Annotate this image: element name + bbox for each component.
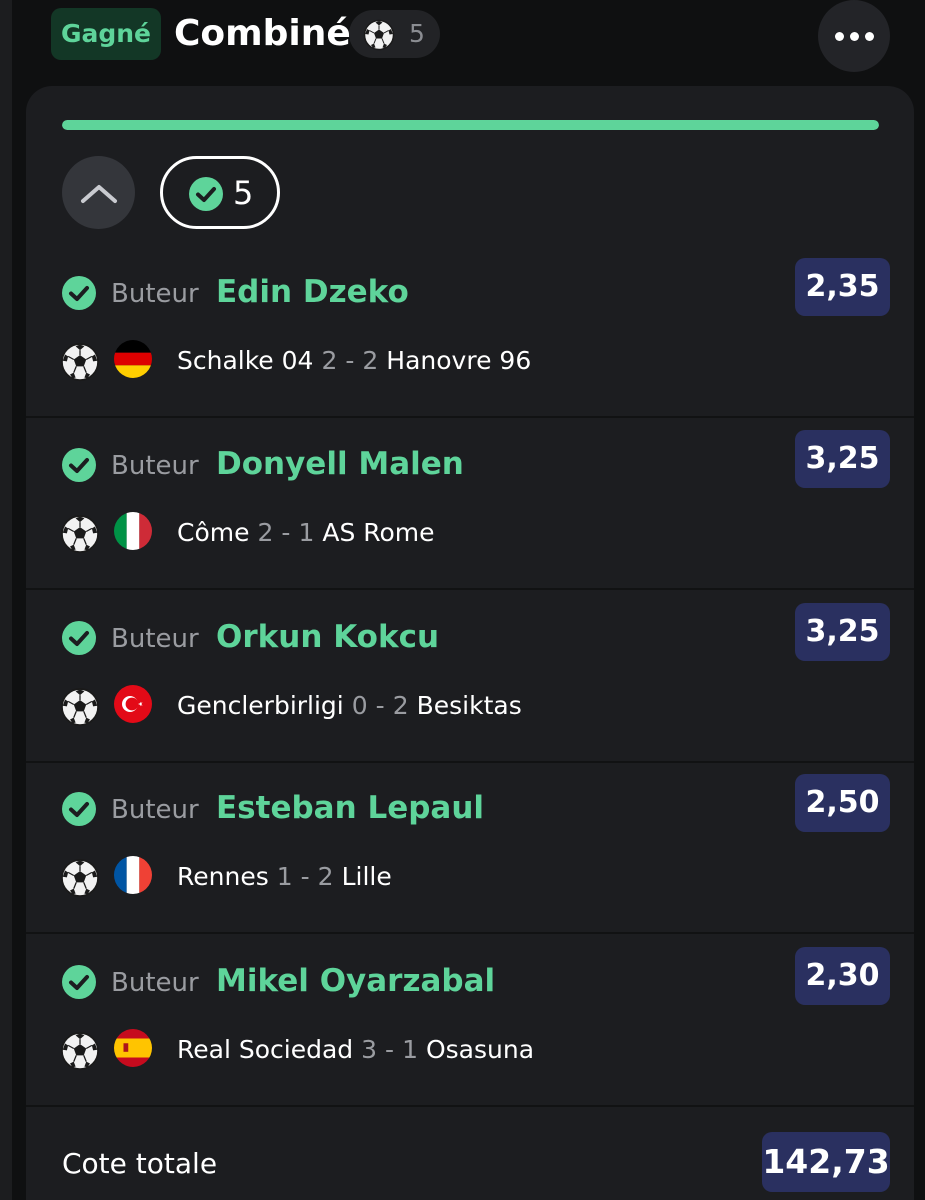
- progress-fill: [62, 120, 879, 130]
- selection-player: Donyell Malen: [216, 446, 464, 482]
- selection-player: Edin Dzeko: [216, 274, 409, 310]
- home-score: 2: [321, 346, 338, 375]
- away-score: 1: [402, 1035, 418, 1064]
- score-separator: -: [281, 518, 291, 547]
- home-score: 1: [276, 862, 293, 891]
- selection-count-pill: 5: [349, 10, 440, 58]
- score-separator: -: [375, 691, 385, 720]
- selection-odds: 2,30: [795, 947, 890, 1005]
- home-team: Côme: [177, 518, 250, 547]
- selection-match: Genclerbirligi 0-2 Besiktas: [177, 689, 522, 723]
- selection-match: Rennes 1-2 Lille: [177, 860, 392, 894]
- check-circle-icon: [62, 792, 96, 830]
- selection-row[interactable]: Buteur Donyell Malen 3,25 Côme 2-1 AS Rome: [26, 418, 914, 590]
- more-horizontal-icon: [834, 31, 844, 41]
- left-edge-panel: [0, 0, 12, 1200]
- away-team: Besiktas: [416, 691, 522, 720]
- selection-odds: 2,50: [795, 774, 890, 832]
- selection-market: Buteur: [111, 968, 199, 998]
- selection-odds: 3,25: [795, 430, 890, 488]
- home-score: 2: [257, 518, 274, 547]
- check-circle-icon: [62, 965, 96, 1003]
- away-team: Lille: [341, 862, 392, 891]
- soccer-ball-icon: [60, 342, 100, 386]
- selection-count: 5: [409, 19, 425, 48]
- france-flag-icon: [114, 856, 152, 894]
- home-team: Genclerbirligi: [177, 691, 344, 720]
- status-badge: Gagné: [51, 8, 161, 60]
- score-separator: -: [300, 862, 310, 891]
- italy-flag-icon: [114, 512, 152, 550]
- selection-market: Buteur: [111, 624, 199, 654]
- score-separator: -: [345, 346, 355, 375]
- away-score: 1: [298, 518, 315, 547]
- won-count: 5: [233, 174, 254, 212]
- home-team: Schalke 04: [177, 346, 314, 375]
- check-circle-icon: [62, 621, 96, 659]
- selection-row[interactable]: Buteur Mikel Oyarzabal 2,30 Real Socieda…: [26, 935, 914, 1107]
- bet-header: Gagné Combiné 5: [0, 0, 925, 80]
- selection-match: Côme 2-1 AS Rome: [177, 516, 435, 550]
- selection-row[interactable]: Buteur Esteban Lepaul 2,50 Rennes 1-2 Lill…: [26, 762, 914, 934]
- soccer-ball-icon: [60, 514, 100, 558]
- away-score: 2: [392, 691, 409, 720]
- away-score: 2: [317, 862, 334, 891]
- away-team: Osasuna: [425, 1035, 535, 1064]
- germany-flag-icon: [114, 340, 152, 378]
- home-team: Real Sociedad: [177, 1035, 354, 1064]
- away-team: AS Rome: [322, 518, 435, 547]
- home-score: 3: [361, 1035, 378, 1064]
- selection-odds: 3,25: [795, 603, 890, 661]
- soccer-ball-icon: [60, 1031, 100, 1075]
- selection-player: Esteban Lepaul: [216, 790, 485, 826]
- progress-bar: [62, 120, 879, 130]
- total-odds-row: Cote totale 142,73: [26, 1104, 914, 1200]
- turkey-flag-icon: [114, 685, 152, 723]
- selection-odds: 2,35: [795, 258, 890, 316]
- total-odds-value: 142,73: [762, 1132, 890, 1192]
- row-divider: [26, 588, 914, 590]
- soccer-ball-icon: [60, 687, 100, 731]
- row-divider: [26, 932, 914, 934]
- collapse-button[interactable]: [62, 156, 135, 229]
- selection-market: Buteur: [111, 795, 199, 825]
- total-odds-label: Cote totale: [62, 1147, 218, 1180]
- home-score: 0: [351, 691, 368, 720]
- home-team: Rennes: [177, 862, 269, 891]
- selection-market: Buteur: [111, 279, 199, 309]
- chevron-up-icon: [80, 184, 117, 203]
- soccer-ball-icon: [363, 19, 395, 55]
- more-dot: [864, 31, 874, 41]
- selection-row[interactable]: Buteur Orkun Kokcu 3,25 Genclerbirligi 0-…: [26, 591, 914, 763]
- selection-match: Real Sociedad 3-1 Osasuna: [177, 1033, 534, 1067]
- check-circle-icon: [62, 448, 96, 486]
- spain-flag-icon: [114, 1029, 152, 1067]
- bet-card: 5 Buteur Edin Dzeko 2,35 Schalke 04 2-2 Ha…: [26, 86, 914, 1200]
- more-options-button[interactable]: [818, 0, 890, 72]
- check-circle-icon: [62, 276, 96, 314]
- away-team: Hanovre 96: [386, 346, 532, 375]
- won-selections-filter[interactable]: 5: [160, 156, 280, 229]
- selection-row[interactable]: Buteur Edin Dzeko 2,35 Schalke 04 2-2 Hano…: [26, 246, 914, 418]
- selection-market: Buteur: [111, 451, 199, 481]
- selection-player: Mikel Oyarzabal: [216, 963, 496, 999]
- score-separator: -: [385, 1035, 395, 1064]
- selection-player: Orkun Kokcu: [216, 619, 440, 655]
- check-circle-icon: [189, 177, 223, 215]
- away-score: 2: [362, 346, 379, 375]
- more-dot: [849, 31, 859, 41]
- bet-title: Combiné: [174, 13, 351, 54]
- selection-match: Schalke 04 2-2 Hanovre 96: [177, 344, 531, 378]
- soccer-ball-icon: [60, 858, 100, 902]
